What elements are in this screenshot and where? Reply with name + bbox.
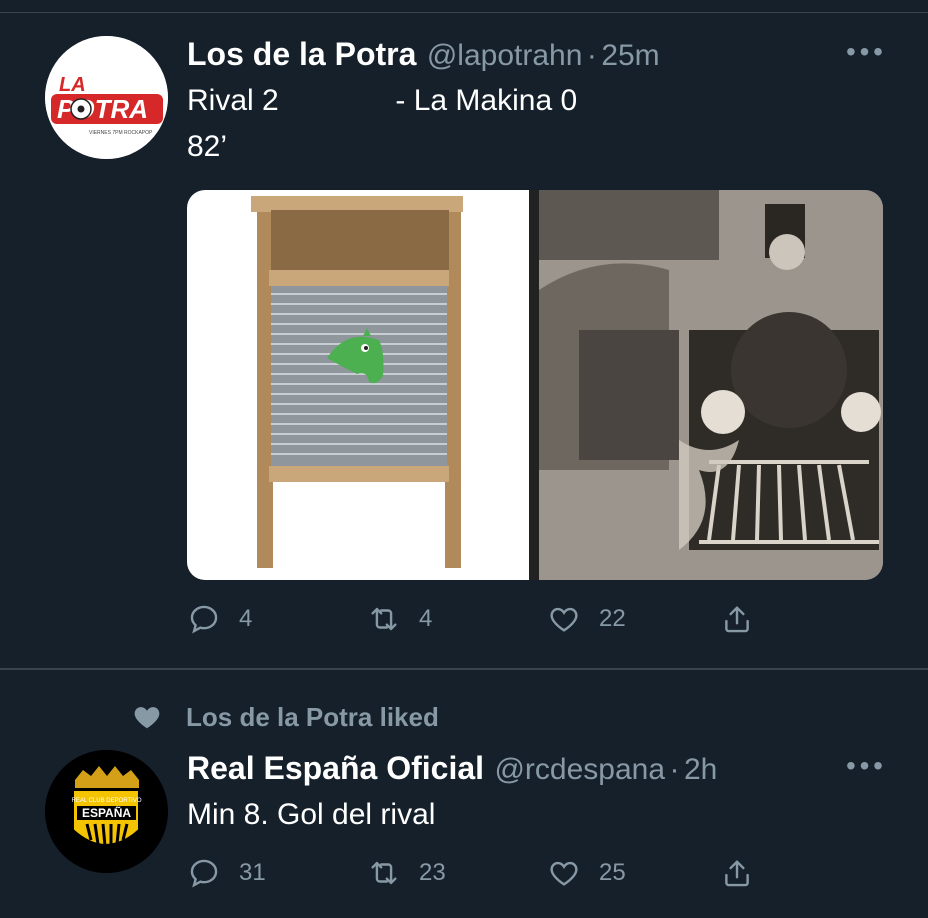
- washboard-image[interactable]: [187, 190, 529, 580]
- tweet-text: Min 8. Gol del rival: [187, 798, 436, 831]
- reply-button[interactable]: 4: [187, 602, 252, 636]
- author-name[interactable]: Real España Oficial: [187, 750, 484, 786]
- avatar-lapotrahn[interactable]: LA POTRA VIERNES 7PM ROCKAPOP: [45, 36, 168, 159]
- reply-icon: [190, 859, 218, 888]
- separator-dot: ·: [586, 39, 597, 72]
- tweet-actions: 31 23 25: [187, 856, 883, 896]
- like-icon: [550, 861, 578, 886]
- retweet-icon: [371, 607, 397, 631]
- svg-text:REAL CLUB DEPORTIVO: REAL CLUB DEPORTIVO: [71, 798, 141, 804]
- share-button[interactable]: [720, 856, 754, 890]
- like-icon: [550, 607, 578, 632]
- like-button[interactable]: 25: [547, 856, 626, 890]
- share-icon: [725, 860, 749, 887]
- like-count: 25: [599, 859, 626, 886]
- heart-icon: [134, 707, 160, 729]
- tweet-media[interactable]: [187, 190, 883, 580]
- tweet-text-line-1: Rival 2 - La Makina 0: [187, 84, 578, 117]
- timestamp[interactable]: 2h: [684, 753, 717, 786]
- retweet-button[interactable]: 23: [367, 856, 446, 890]
- share-icon: [725, 606, 749, 633]
- separator-dot: ·: [669, 753, 680, 786]
- reply-count: 4: [239, 605, 253, 632]
- reply-icon: [190, 605, 218, 634]
- reply-count: 31: [239, 859, 266, 886]
- tweet-header: Los de la Potra @lapotrahn · 25m: [187, 36, 660, 73]
- author-handle[interactable]: @rcdespana: [494, 753, 665, 786]
- tweet-divider: [0, 668, 928, 670]
- avatar-rcdespana[interactable]: REAL CLUB DEPORTIVO ESPAÑA: [45, 750, 168, 873]
- svg-text:VIERNES 7PM ROCKAPOP: VIERNES 7PM ROCKAPOP: [89, 130, 153, 136]
- like-button[interactable]: 22: [547, 602, 626, 636]
- tweet-header: Real España Oficial @rcdespana · 2h: [187, 750, 717, 787]
- tweet-actions: 4 4 22: [187, 602, 883, 642]
- reply-button[interactable]: 31: [187, 856, 266, 890]
- retweet-count: 4: [419, 605, 433, 632]
- author-handle[interactable]: @lapotrahn: [427, 39, 583, 72]
- svg-text:LA: LA: [59, 74, 86, 96]
- top-divider: [0, 12, 928, 13]
- share-button[interactable]: [720, 602, 754, 636]
- real-espana-crest: REAL CLUB DEPORTIVO ESPAÑA: [45, 750, 168, 873]
- author-name[interactable]: Los de la Potra: [187, 36, 416, 72]
- like-count: 22: [599, 605, 626, 632]
- more-icon[interactable]: • • •: [846, 750, 883, 782]
- la-potra-logo: LA POTRA VIERNES 7PM ROCKAPOP: [45, 36, 168, 159]
- train-image[interactable]: [539, 190, 883, 580]
- more-icon[interactable]: • • •: [846, 36, 883, 68]
- retweet-button[interactable]: 4: [367, 602, 432, 636]
- tweet-text-line-2: 82’: [187, 130, 228, 163]
- timestamp[interactable]: 25m: [601, 39, 659, 72]
- social-context[interactable]: Los de la Potra liked: [130, 700, 439, 734]
- svg-text:ESPAÑA: ESPAÑA: [82, 805, 131, 820]
- liked-label: Los de la Potra liked: [186, 701, 439, 732]
- retweet-icon: [371, 861, 397, 885]
- retweet-count: 23: [419, 859, 446, 886]
